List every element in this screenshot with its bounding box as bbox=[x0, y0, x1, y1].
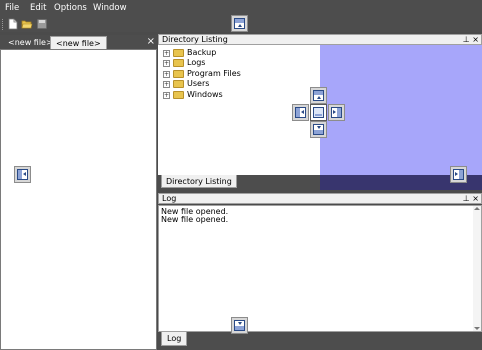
dock-cross-bottom-icon[interactable] bbox=[310, 121, 327, 138]
close-icon[interactable]: × bbox=[472, 35, 479, 44]
dock-bottom-guide-icon[interactable] bbox=[231, 317, 248, 334]
document-editor[interactable] bbox=[0, 49, 157, 350]
log-tab[interactable]: Log bbox=[161, 332, 188, 346]
new-document-icon[interactable] bbox=[7, 18, 19, 30]
document-tab-2[interactable]: <new file> bbox=[50, 36, 107, 49]
pin-icon[interactable]: ⊥ bbox=[463, 194, 470, 203]
dock-left-guide-icon[interactable] bbox=[14, 166, 31, 183]
folder-icon bbox=[173, 49, 184, 57]
folder-icon bbox=[173, 59, 184, 67]
dock-cross-top-icon[interactable] bbox=[310, 87, 327, 104]
folder-icon bbox=[173, 91, 184, 99]
scroll-up-icon[interactable] bbox=[474, 207, 480, 210]
log-line: New file opened. bbox=[161, 215, 229, 224]
pin-icon[interactable]: ⊥ bbox=[463, 35, 470, 44]
expand-icon[interactable]: + bbox=[163, 50, 170, 57]
log-output[interactable]: New file opened. New file opened. bbox=[158, 205, 482, 332]
expand-icon[interactable]: + bbox=[163, 71, 170, 78]
menu-file[interactable]: File bbox=[5, 3, 19, 13]
dock-right-guide-icon[interactable] bbox=[450, 166, 467, 183]
menu-window[interactable]: Window bbox=[93, 3, 127, 13]
expand-icon[interactable]: + bbox=[163, 92, 170, 99]
document-tabstrip: <new file> <new file> × bbox=[0, 35, 157, 49]
expand-icon[interactable]: + bbox=[163, 60, 170, 67]
dock-cross-center-icon[interactable] bbox=[310, 104, 327, 121]
log-pane-title-text: Log bbox=[162, 194, 177, 203]
log-pane-title[interactable]: Log ⊥ × bbox=[158, 193, 482, 204]
dock-cross-right-icon[interactable] bbox=[328, 104, 345, 121]
folder-icon bbox=[173, 80, 184, 88]
scroll-down-icon[interactable] bbox=[474, 327, 480, 330]
close-icon[interactable]: × bbox=[472, 194, 479, 203]
expand-icon[interactable]: + bbox=[163, 81, 170, 88]
log-scrollbar[interactable] bbox=[473, 206, 481, 331]
dock-top-guide-icon[interactable] bbox=[231, 15, 248, 32]
toolbar-grip[interactable] bbox=[2, 19, 4, 30]
directory-tabbar: Directory Listing bbox=[158, 175, 320, 190]
directory-pane-title-text: Directory Listing bbox=[162, 35, 228, 44]
menu-options[interactable]: Options bbox=[54, 3, 87, 13]
menu-edit[interactable]: Edit bbox=[30, 3, 46, 13]
directory-listing-tab[interactable]: Directory Listing bbox=[161, 175, 237, 188]
dock-cross-left-icon[interactable] bbox=[292, 104, 309, 121]
save-icon[interactable] bbox=[36, 18, 48, 30]
folder-icon bbox=[173, 70, 184, 78]
directory-pane-title[interactable]: Directory Listing ⊥ × bbox=[158, 34, 482, 45]
open-folder-icon[interactable] bbox=[21, 18, 33, 30]
log-tabbar: Log bbox=[158, 332, 482, 350]
document-close-icon[interactable]: × bbox=[147, 36, 155, 48]
